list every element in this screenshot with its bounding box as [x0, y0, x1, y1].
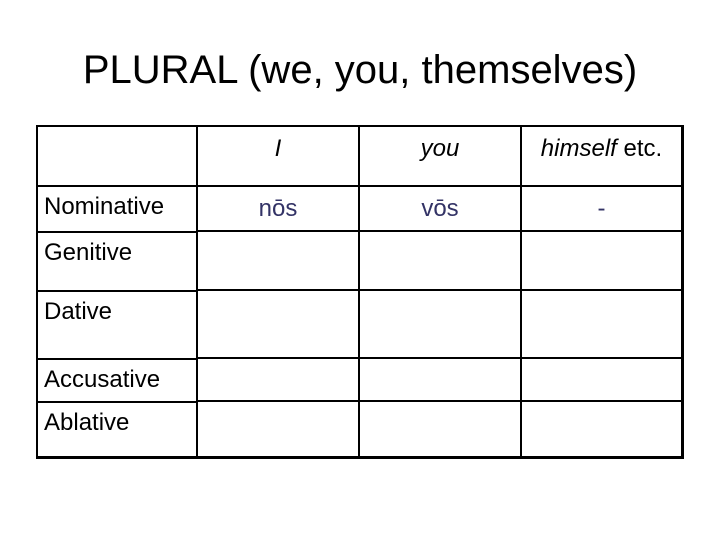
pronoun-declension-table: Nominative Genitive Dative Accusative Ab… [36, 125, 684, 459]
cell-dative-i [198, 291, 358, 359]
cell-accusative-himself [522, 359, 681, 402]
cell-nominative-himself: - [522, 187, 681, 232]
case-label-dative: Dative [38, 292, 196, 360]
column-second-person: you vōs [360, 127, 522, 456]
cell-nominative-you: vōs [360, 187, 520, 232]
cell-genitive-i [198, 232, 358, 291]
case-label-genitive: Genitive [38, 233, 196, 292]
header-cell-himself: himself etc. [522, 127, 681, 187]
header-cell-you: you [360, 127, 520, 187]
cell-genitive-himself [522, 232, 681, 291]
header-cell-case [38, 127, 196, 187]
column-first-person: I nōs [198, 127, 360, 456]
cell-nominative-i: nōs [198, 187, 358, 232]
cell-ablative-himself [522, 402, 681, 456]
cell-accusative-i [198, 359, 358, 402]
case-label-ablative: Ablative [44, 409, 130, 436]
cell-dative-you [360, 291, 520, 359]
cell-ablative-i [198, 402, 358, 456]
case-label-accusative: Accusative [38, 360, 196, 403]
cell-accusative-you [360, 359, 520, 402]
column-reflexive: himself etc. - [522, 127, 681, 456]
cell-genitive-you [360, 232, 520, 291]
header-cell-i: I [198, 127, 358, 187]
case-label-column: Nominative Genitive Dative Accusative Ab… [38, 127, 198, 456]
slide-title: PLURAL (we, you, themselves) [82, 48, 638, 92]
header-himself-italic: himself [540, 135, 617, 162]
header-etc-plain: etc. [616, 135, 663, 162]
cell-ablative-you [360, 402, 520, 456]
case-label-nominative: Nominative [38, 187, 196, 233]
cell-dative-himself [522, 291, 681, 359]
